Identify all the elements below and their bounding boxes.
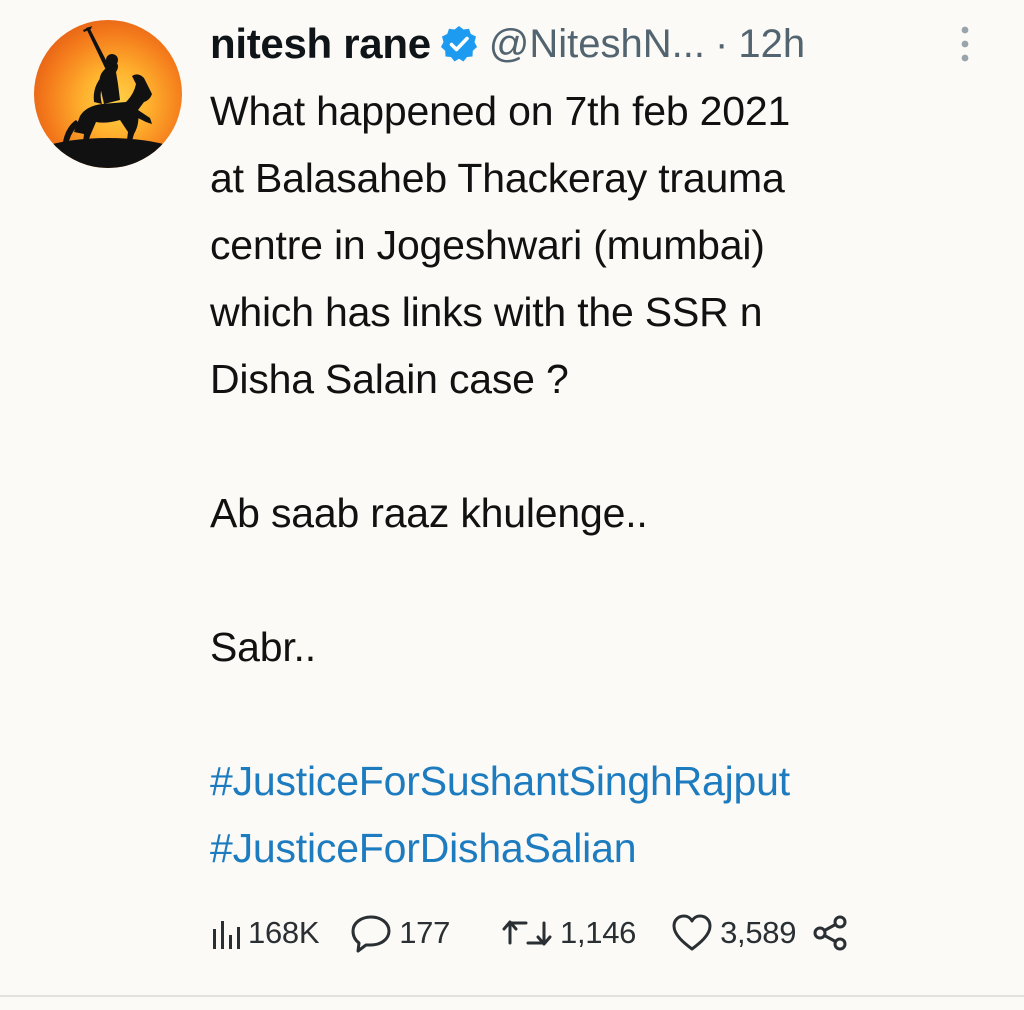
tweet-text-line: centre in Jogeshwari (mumbai)	[210, 222, 765, 268]
retweet-button[interactable]: 1,146	[500, 913, 636, 953]
tweet-text-line: which has links with the SSR n	[210, 289, 763, 335]
tweet-timestamp[interactable]: 12h	[738, 22, 805, 67]
tweet-text-line: at Balasaheb Thackeray trauma	[210, 155, 785, 201]
tweet-text-line: Ab saab raaz khulenge..	[210, 490, 648, 536]
retweet-count: 1,146	[560, 915, 637, 950]
horseman-silhouette-icon	[34, 26, 182, 168]
like-count: 3,589	[720, 915, 797, 950]
hashtag-link[interactable]: #JusticeForSushantSinghRajput	[210, 748, 990, 815]
views-icon	[213, 921, 240, 949]
share-icon	[813, 915, 847, 951]
heart-icon	[672, 914, 712, 951]
header-separator: ·	[715, 21, 729, 66]
more-options-icon[interactable]	[955, 22, 975, 68]
reply-button[interactable]: 177	[349, 913, 450, 953]
divider	[0, 995, 1024, 997]
reply-icon	[351, 915, 391, 953]
hashtag-link[interactable]: #JusticeForDishaSalian	[210, 815, 990, 882]
reply-count: 177	[399, 915, 451, 950]
avatar[interactable]	[34, 20, 182, 168]
like-button[interactable]: 3,589	[670, 913, 796, 953]
tweet-text-line: Disha Salain case ?	[210, 356, 569, 402]
tweet-text-line: What happened on 7th feb 2021	[210, 88, 791, 134]
author-handle[interactable]: @NiteshN...	[489, 22, 705, 67]
tweet-header: nitesh rane @NiteshN... · 12h	[210, 14, 990, 74]
retweet-icon	[502, 920, 552, 946]
views-button[interactable]: 168K	[210, 915, 320, 951]
tweet-text-line: Sabr..	[210, 624, 316, 670]
views-count: 168K	[248, 915, 320, 950]
tweet-card[interactable]: nitesh rane @NiteshN... · 12h What happe…	[0, 0, 1024, 1000]
tweet-text: What happened on 7th feb 2021 at Balasah…	[210, 78, 990, 882]
verified-badge-icon	[439, 24, 479, 64]
author-name[interactable]: nitesh rane	[210, 20, 431, 68]
share-button[interactable]	[810, 913, 856, 953]
tweet-actions: 168K 177 1,146 3,589	[210, 903, 930, 963]
